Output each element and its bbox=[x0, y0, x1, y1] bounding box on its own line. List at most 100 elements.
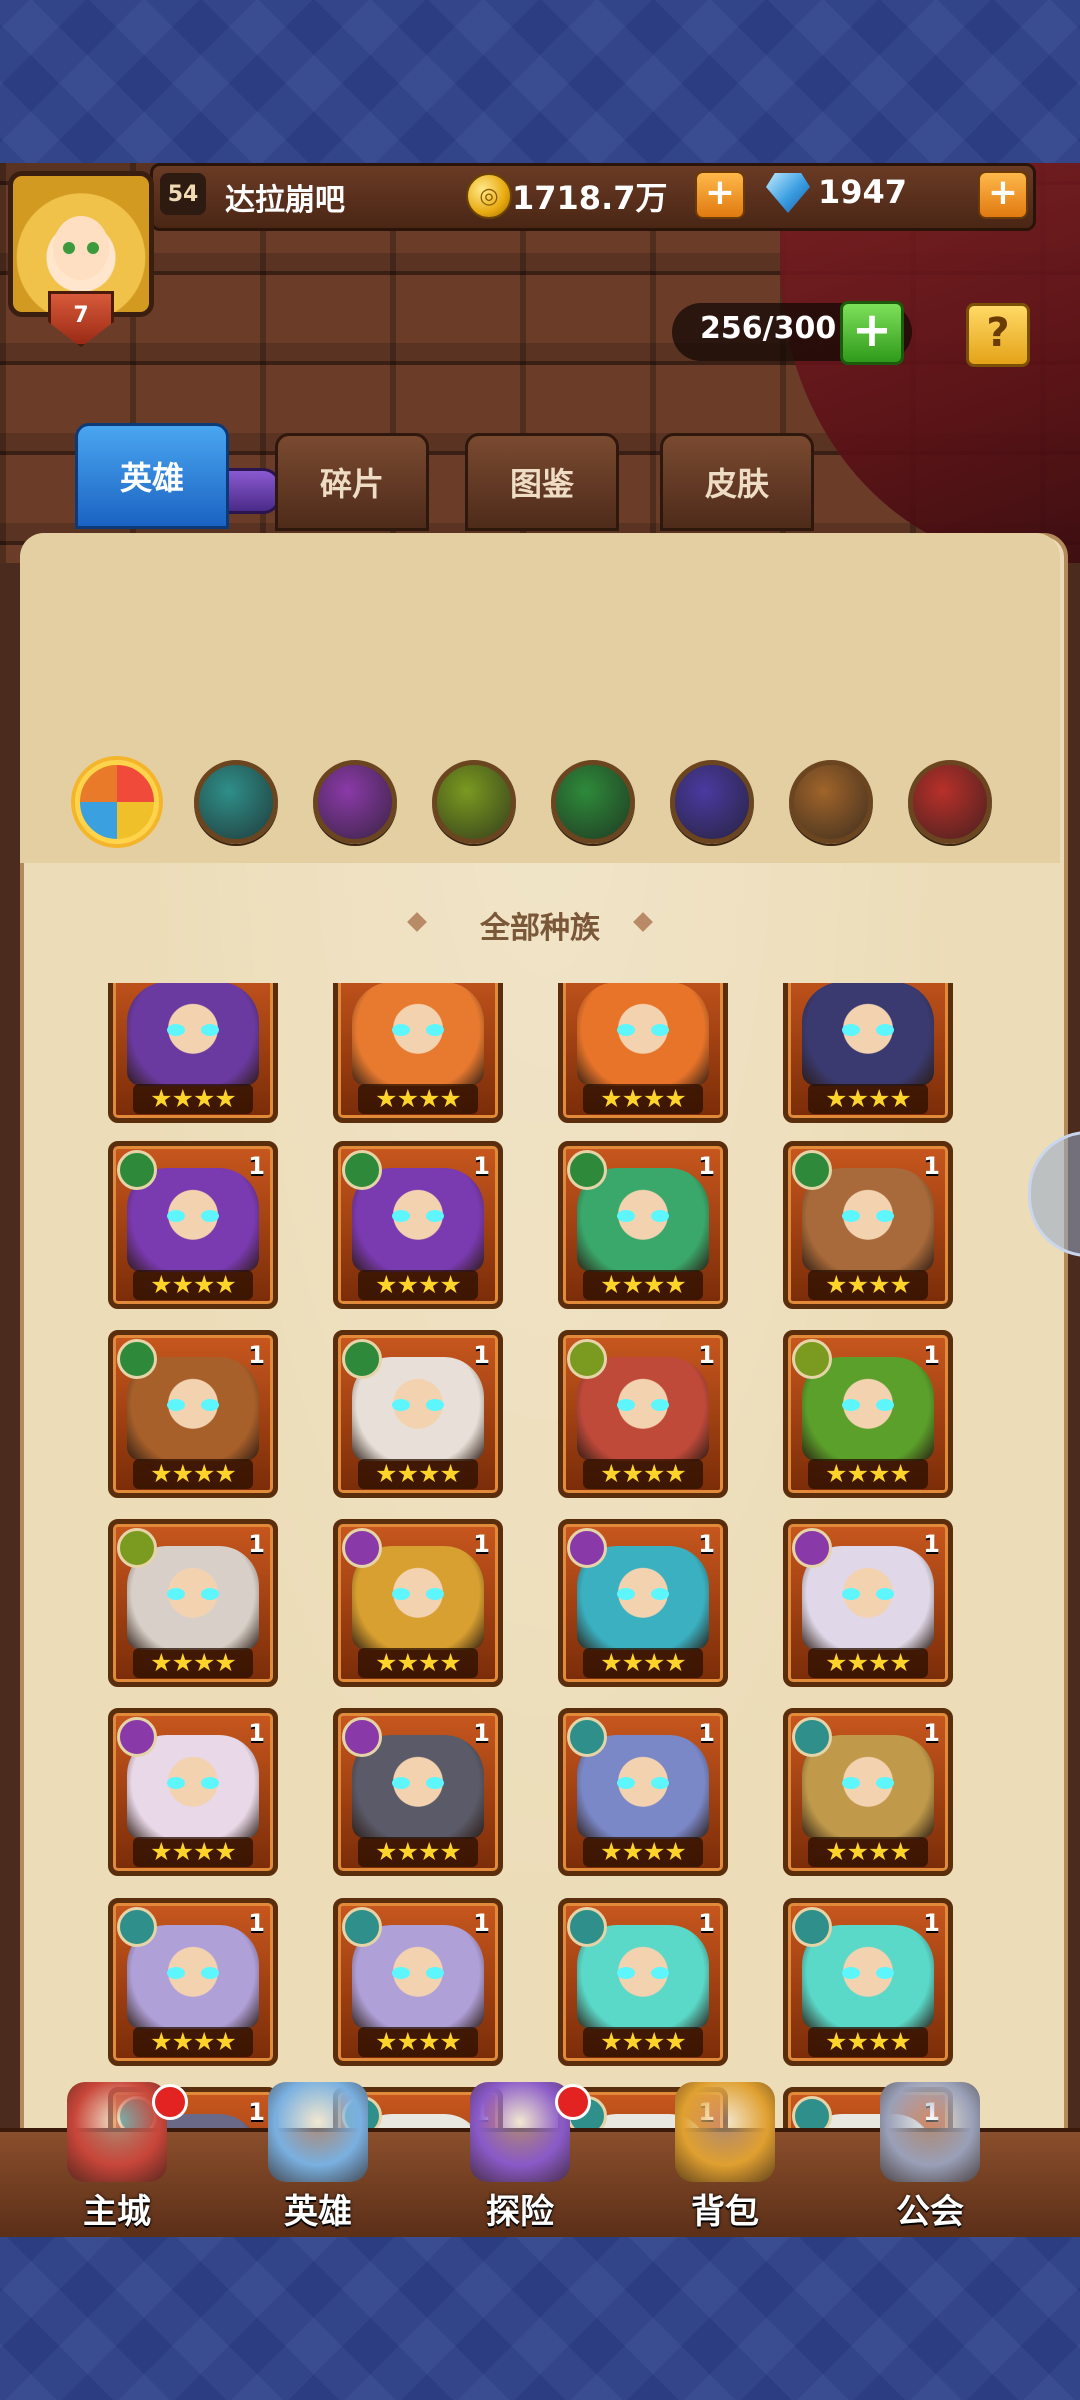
hero-portrait bbox=[127, 983, 259, 1086]
gold-amount: 1718.7万 bbox=[512, 179, 668, 217]
race-filter-race-1-icon[interactable] bbox=[194, 760, 278, 844]
hero-portrait bbox=[352, 983, 484, 1086]
hero-count: 1 bbox=[923, 1530, 940, 1558]
hero-eyes bbox=[617, 1967, 669, 1981]
diamond-amount: 1947 bbox=[818, 173, 908, 211]
hero-card[interactable]: 1 ★★★★ bbox=[558, 1330, 728, 1498]
race-filter-race-7-icon[interactable] bbox=[908, 760, 992, 844]
race-filter-race-5-icon[interactable] bbox=[670, 760, 754, 844]
hero-eyes bbox=[842, 1399, 894, 1413]
race-filter-race-4-icon[interactable] bbox=[551, 760, 635, 844]
race-forest-icon bbox=[117, 1150, 157, 1190]
hero-count: 1 bbox=[698, 1719, 715, 1747]
star-rating: ★★★★ bbox=[808, 2027, 928, 2057]
add-diamond-button[interactable]: + bbox=[978, 171, 1028, 219]
star-rating: ★★★★ bbox=[583, 1270, 703, 1300]
hero-capacity: 256/300 bbox=[700, 311, 837, 346]
tab-2[interactable]: 碎片 bbox=[275, 433, 429, 531]
hero-card[interactable]: 1 ★★★★ bbox=[108, 1519, 278, 1687]
race-shadow-icon bbox=[792, 1907, 832, 1947]
race-shadow-icon bbox=[342, 1907, 382, 1947]
star-rating: ★★★★ bbox=[583, 1648, 703, 1678]
tab-3[interactable]: 图鉴 bbox=[465, 433, 619, 531]
nav-castle[interactable]: 主城 bbox=[32, 2082, 202, 2232]
hero-count: 1 bbox=[923, 1341, 940, 1369]
hero-card[interactable]: 1 ★★★★ bbox=[333, 1898, 503, 2066]
hero-card[interactable]: 1 ★★★★ bbox=[783, 1141, 953, 1309]
race-filter-all-icon[interactable] bbox=[75, 760, 159, 844]
hero-eyes bbox=[617, 1588, 669, 1602]
hero-count: 1 bbox=[698, 1152, 715, 1180]
hero-count: 1 bbox=[923, 1152, 940, 1180]
notification-dot bbox=[152, 2084, 188, 2120]
hero-card[interactable]: 1 ★★★★ bbox=[108, 1708, 278, 1876]
nav-hero[interactable]: 英雄 bbox=[233, 2082, 403, 2232]
hero-card[interactable]: ★★★★ bbox=[783, 983, 953, 1123]
nav-backpack[interactable]: 背包 bbox=[640, 2082, 810, 2232]
nav-label: 公会 bbox=[896, 2192, 964, 2232]
hero-card[interactable]: 1 ★★★★ bbox=[558, 1708, 728, 1876]
avatar-eye bbox=[87, 242, 99, 254]
nav-label: 主城 bbox=[83, 2192, 151, 2232]
hero-card[interactable]: 1 ★★★★ bbox=[783, 1519, 953, 1687]
hero-card[interactable]: ★★★★ bbox=[108, 983, 278, 1123]
hero-card[interactable]: ★★★★ bbox=[333, 983, 503, 1123]
star-rating: ★★★★ bbox=[583, 2027, 703, 2057]
hero-card[interactable]: 1 ★★★★ bbox=[108, 1898, 278, 2066]
race-fortress-icon bbox=[567, 1339, 607, 1379]
hero-card[interactable]: 1 ★★★★ bbox=[783, 1898, 953, 2066]
star-rating: ★★★★ bbox=[133, 1459, 253, 1489]
nav-portal[interactable]: 探险 bbox=[435, 2082, 605, 2232]
hero-card[interactable]: 1 ★★★★ bbox=[333, 1141, 503, 1309]
star-rating: ★★★★ bbox=[133, 1837, 253, 1867]
hero-icon bbox=[268, 2082, 368, 2182]
backpack-icon bbox=[675, 2082, 775, 2182]
hero-card[interactable]: 1 ★★★★ bbox=[558, 1141, 728, 1309]
hero-card[interactable]: 1 ★★★★ bbox=[333, 1708, 503, 1876]
hero-count: 1 bbox=[473, 1152, 490, 1180]
race-fortress-icon bbox=[792, 1339, 832, 1379]
star-rating: ★★★★ bbox=[808, 1270, 928, 1300]
hero-card[interactable]: 1 ★★★★ bbox=[783, 1708, 953, 1876]
player-name[interactable]: 达拉崩吧 bbox=[225, 175, 345, 219]
race-filter-race-3-icon[interactable] bbox=[432, 760, 516, 844]
hero-card[interactable]: 1 ★★★★ bbox=[558, 1519, 728, 1687]
hero-card[interactable]: 1 ★★★★ bbox=[108, 1330, 278, 1498]
race-filter-race-6-icon[interactable] bbox=[789, 760, 873, 844]
notification-dot bbox=[555, 2084, 591, 2120]
hero-eyes bbox=[392, 1967, 444, 1981]
help-button[interactable]: ? bbox=[966, 303, 1030, 367]
hero-eyes bbox=[167, 1777, 219, 1791]
hero-count: 1 bbox=[923, 1909, 940, 1937]
hero-count: 1 bbox=[473, 1530, 490, 1558]
tab-4[interactable]: 皮肤 bbox=[660, 433, 814, 531]
nav-guild-tower[interactable]: 公会 bbox=[845, 2082, 1015, 2232]
add-gold-button[interactable]: + bbox=[695, 171, 745, 219]
star-rating: ★★★★ bbox=[583, 1084, 703, 1114]
race-filter-race-2-icon[interactable] bbox=[313, 760, 397, 844]
hero-card[interactable]: 1 ★★★★ bbox=[108, 1141, 278, 1309]
tab-1[interactable]: 英雄 bbox=[75, 423, 229, 529]
star-rating: ★★★★ bbox=[358, 1837, 478, 1867]
hero-count: 1 bbox=[473, 1909, 490, 1937]
hero-card[interactable]: 1 ★★★★ bbox=[783, 1330, 953, 1498]
hero-card[interactable]: 1 ★★★★ bbox=[558, 1898, 728, 2066]
nav-label: 英雄 bbox=[284, 2192, 352, 2232]
expand-capacity-button[interactable]: + bbox=[840, 301, 904, 365]
hero-count: 1 bbox=[698, 1341, 715, 1369]
star-rating: ★★★★ bbox=[808, 1648, 928, 1678]
hero-eyes bbox=[392, 1777, 444, 1791]
hero-card[interactable]: ★★★★ bbox=[558, 983, 728, 1123]
star-rating: ★★★★ bbox=[133, 1270, 253, 1300]
race-forest-icon bbox=[342, 1150, 382, 1190]
hero-count: 1 bbox=[923, 1719, 940, 1747]
hero-grid[interactable]: ★★★★ ★★★★ ★★★★ ★★★★ 1 ★★★★ 1 ★★★★ 1 ★★★★ 1 ★★★★ 1 ★★★… bbox=[60, 983, 1020, 2219]
star-rating: ★★★★ bbox=[583, 1837, 703, 1867]
hero-portrait bbox=[577, 983, 709, 1086]
player-level: 54 bbox=[160, 173, 206, 215]
hero-card[interactable]: 1 ★★★★ bbox=[333, 1519, 503, 1687]
star-rating: ★★★★ bbox=[808, 1084, 928, 1114]
race-shadow-icon bbox=[567, 1907, 607, 1947]
hero-eyes bbox=[617, 1399, 669, 1413]
hero-card[interactable]: 1 ★★★★ bbox=[333, 1330, 503, 1498]
